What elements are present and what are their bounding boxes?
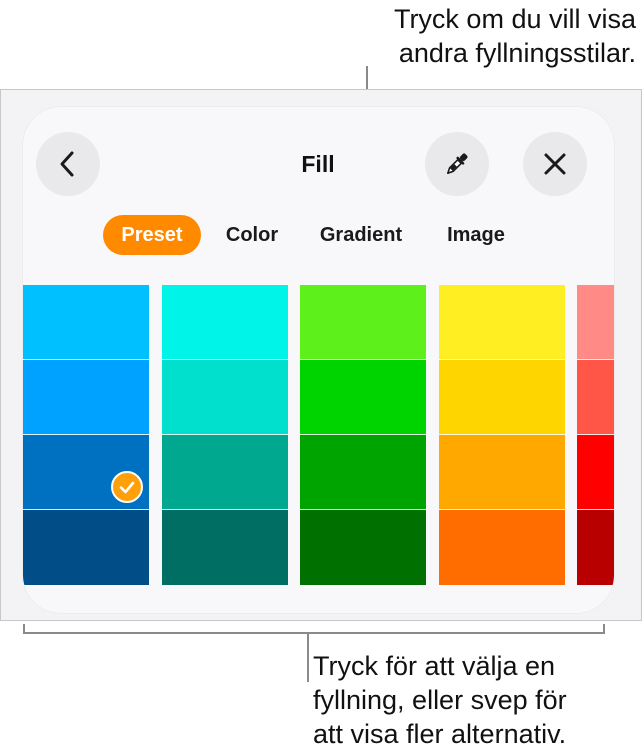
swatch-blue-1[interactable] xyxy=(23,285,149,360)
fill-panel: Fill Preset Color Gradient Image xyxy=(23,107,614,613)
callout-bottom-stem xyxy=(307,632,309,682)
swatch-blue-2[interactable] xyxy=(23,360,149,435)
callout-fill-styles: Tryck om du vill visa andra fyllningssti… xyxy=(394,2,636,70)
swatch-blue-3[interactable] xyxy=(23,435,149,510)
swatch-column-red xyxy=(577,285,614,585)
callout-bottom-bracket-right-tick xyxy=(603,624,605,634)
swatch-green-1[interactable] xyxy=(300,285,426,360)
swatch-teal-4[interactable] xyxy=(162,510,288,585)
swatch-red-1[interactable] xyxy=(577,285,614,360)
callout-swipe-options: Tryck för att välja en fyllning, eller s… xyxy=(313,649,567,751)
swatch-column-green xyxy=(300,285,426,585)
swatch-green-4[interactable] xyxy=(300,510,426,585)
swatch-yellow-1[interactable] xyxy=(439,285,565,360)
swatch-blue-4[interactable] xyxy=(23,510,149,585)
swatch-green-2[interactable] xyxy=(300,360,426,435)
swatch-yellow-3[interactable] xyxy=(439,435,565,510)
tab-image[interactable]: Image xyxy=(435,215,517,255)
swatch-red-4[interactable] xyxy=(577,510,614,585)
swatch-red-3[interactable] xyxy=(577,435,614,510)
swatch-column-teal xyxy=(162,285,288,585)
callout-top-line-1: Tryck om du vill visa xyxy=(393,4,636,34)
swatch-column-blue xyxy=(23,285,149,585)
swatch-green-3[interactable] xyxy=(300,435,426,510)
callout-top-line-2: andra fyllningsstilar. xyxy=(398,38,636,68)
checkmark-icon xyxy=(111,471,143,503)
callout-bottom-bracket-left-tick xyxy=(23,624,25,634)
close-icon xyxy=(544,153,566,175)
swatch-red-2[interactable] xyxy=(577,360,614,435)
callout-bottom-line-2: fyllning, eller svep för xyxy=(313,685,567,715)
panel-title: Fill xyxy=(301,151,335,177)
swatch-yellow-4[interactable] xyxy=(439,510,565,585)
tab-color[interactable]: Color xyxy=(215,215,289,255)
close-button[interactable] xyxy=(523,132,587,196)
tab-preset[interactable]: Preset xyxy=(103,215,201,255)
chevron-left-icon xyxy=(60,151,74,177)
swatch-teal-1[interactable] xyxy=(162,285,288,360)
back-button[interactable] xyxy=(36,132,100,196)
callout-bottom-bracket xyxy=(23,632,605,634)
eyedropper-icon xyxy=(447,153,468,174)
swatch-column-yellow xyxy=(439,285,565,585)
callout-bottom-line-3: att visa fler alternativ. xyxy=(313,719,567,749)
tab-gradient[interactable]: Gradient xyxy=(309,215,413,255)
swatch-teal-2[interactable] xyxy=(162,360,288,435)
eyedropper-button[interactable] xyxy=(425,132,489,196)
callout-bottom-line-1: Tryck för att välja en xyxy=(313,651,556,681)
swatch-yellow-2[interactable] xyxy=(439,360,565,435)
swatch-teal-3[interactable] xyxy=(162,435,288,510)
